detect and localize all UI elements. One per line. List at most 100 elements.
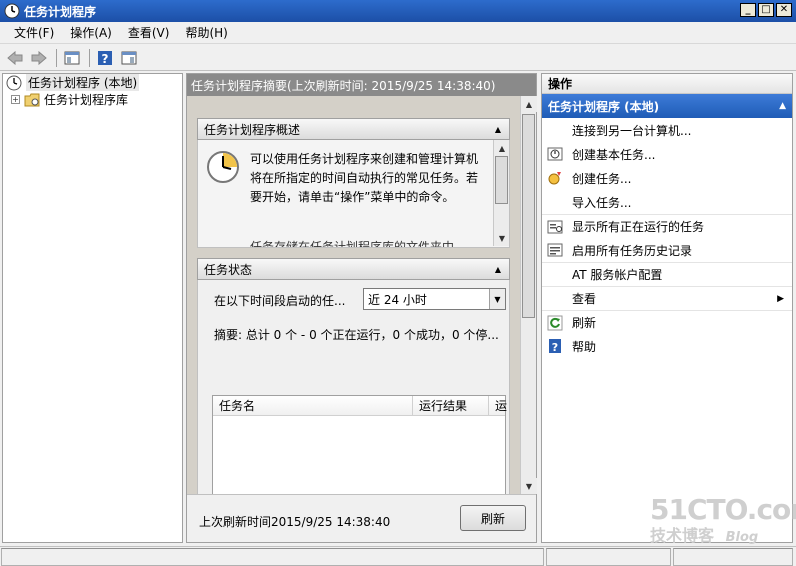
summary-pane: 任务计划程序摘要(上次刷新时间: 2015/9/25 14:38:40) 任务计… <box>186 73 537 543</box>
console-tree: 任务计划程序 (本地) + 任务计划程序库 <box>2 73 183 543</box>
summary-footer: 上次刷新时间2015/9/25 14:38:40 刷新 <box>187 494 536 542</box>
watermark-subtitle-text: 技术博客 <box>650 526 715 545</box>
status-cell-main <box>1 548 544 566</box>
overview-section: 任务计划程序概述 ▲ 可以使用任务计划程序来创建和管理计算机将在所指定的时间自动… <box>197 118 510 248</box>
pane-button[interactable] <box>118 48 140 68</box>
action-import-task[interactable]: 导入任务... <box>542 190 792 214</box>
action-at-service-config[interactable]: AT 服务帐户配置 <box>542 262 792 286</box>
overview-text-more: 任务存储在任务计划程序库的文件夹中。 <box>250 240 467 248</box>
blank-icon <box>546 267 564 283</box>
close-button[interactable]: ✕ <box>776 3 792 17</box>
actions-group-header[interactable]: 任务计划程序 (本地) ▲ <box>542 94 792 118</box>
status-bar <box>0 546 796 566</box>
overview-body: 可以使用任务计划程序来创建和管理计算机将在所指定的时间自动执行的常见任务。若要开… <box>197 140 510 248</box>
actions-group-label: 任务计划程序 (本地) <box>548 99 660 114</box>
action-label: 查看 <box>572 292 597 306</box>
action-enable-history[interactable]: 启用所有任务历史记录 <box>542 238 792 262</box>
chevron-down-icon[interactable]: ▼ <box>489 289 505 309</box>
menu-file[interactable]: 文件(F) <box>6 24 62 41</box>
menu-help[interactable]: 帮助(H) <box>177 24 235 41</box>
action-refresh[interactable]: 刷新 <box>542 310 792 334</box>
clock-icon <box>4 3 20 19</box>
overview-header[interactable]: 任务计划程序概述 ▲ <box>197 118 510 140</box>
refresh-button[interactable]: 刷新 <box>460 505 526 531</box>
action-connect[interactable]: 连接到另一台计算机... <box>542 118 792 142</box>
collapse-icon[interactable]: ▲ <box>779 101 786 111</box>
action-label: 刷新 <box>572 316 597 330</box>
minimize-button[interactable]: _ <box>740 3 756 17</box>
blank-icon <box>546 194 564 210</box>
scroll-thumb[interactable] <box>522 114 535 318</box>
forward-icon <box>31 50 47 65</box>
collapse-icon[interactable]: ▲ <box>495 125 501 134</box>
tree-item-library[interactable]: + 任务计划程序库 <box>3 91 182 108</box>
folder-icon <box>24 93 40 106</box>
column-run-result[interactable]: 运行结果 <box>413 396 489 415</box>
tree-child-label: 任务计划程序库 <box>44 93 129 107</box>
status-title: 任务状态 <box>204 262 253 277</box>
toolbar: ? <box>0 45 796 71</box>
svg-text:?: ? <box>552 341 558 354</box>
scroll-thumb[interactable] <box>495 156 508 204</box>
help-icon: ? <box>546 338 564 354</box>
status-section: 任务状态 ▲ 在以下时间段启动的任... 近 24 小时 ▼ 摘要: 总计 0 … <box>197 258 510 515</box>
clock-icon <box>207 151 239 183</box>
title-bar: 任务计划程序 _ □ ✕ <box>0 0 796 22</box>
pane-header: 任务计划程序摘要(上次刷新时间: 2015/9/25 14:38:40) <box>187 74 536 96</box>
overview-scrollbar[interactable]: ▲ ▼ <box>493 140 509 246</box>
watermark-blog: Blog <box>725 530 759 545</box>
menu-action[interactable]: 操作(A) <box>62 24 120 41</box>
status-header[interactable]: 任务状态 ▲ <box>197 258 510 280</box>
expand-icon[interactable]: + <box>11 95 20 104</box>
overview-title: 任务计划程序概述 <box>204 122 301 137</box>
action-label: 创建基本任务... <box>572 147 656 162</box>
history-icon <box>546 242 564 258</box>
svg-text:?: ? <box>102 52 109 66</box>
help-icon: ? <box>98 50 112 66</box>
scroll-down-icon[interactable]: ▼ <box>494 230 509 246</box>
action-label: 帮助 <box>572 339 597 354</box>
summary-scroll-area: 任务计划程序概述 ▲ 可以使用任务计划程序来创建和管理计算机将在所指定的时间自动… <box>187 108 520 515</box>
blank-icon <box>546 291 564 307</box>
action-show-running[interactable]: 显示所有正在运行的任务 <box>542 214 792 238</box>
scroll-up-icon[interactable]: ▲ <box>521 96 537 112</box>
action-create-task[interactable]: 创建任务... <box>542 166 792 190</box>
pane-icon <box>121 51 137 64</box>
blank-icon <box>546 122 564 138</box>
action-view[interactable]: 查看 ▶ <box>542 286 792 310</box>
action-label: 连接到另一台计算机... <box>572 123 692 138</box>
back-button[interactable] <box>4 48 26 68</box>
status-summary: 摘要: 总计 0 个 - 0 个正在运行，0 个成功，0 个停... <box>214 328 499 342</box>
action-create-basic-task[interactable]: 创建基本任务... <box>542 142 792 166</box>
menu-bar: 文件(F) 操作(A) 查看(V) 帮助(H) <box>0 22 796 44</box>
scroll-down-icon[interactable]: ▼ <box>521 478 537 494</box>
status-body: 在以下时间段启动的任... 近 24 小时 ▼ 摘要: 总计 0 个 - 0 个… <box>197 280 510 515</box>
console-tree-icon <box>64 51 80 64</box>
action-label: 显示所有正在运行的任务 <box>572 220 705 234</box>
console-tree-button[interactable] <box>61 48 83 68</box>
forward-button[interactable] <box>28 48 50 68</box>
window-title: 任务计划程序 <box>24 4 97 19</box>
actions-title: 操作 <box>542 74 792 94</box>
menu-view[interactable]: 查看(V) <box>120 24 178 41</box>
maximize-button[interactable]: □ <box>758 3 774 17</box>
wizard-icon <box>546 146 564 162</box>
last-refresh-text: 上次刷新时间2015/9/25 14:38:40 <box>199 515 391 529</box>
action-label: AT 服务帐户配置 <box>572 268 663 282</box>
range-dropdown[interactable]: 近 24 小时 ▼ <box>363 288 506 310</box>
collapse-icon[interactable]: ▲ <box>495 265 501 274</box>
toolbar-separator <box>89 48 90 67</box>
tree-item-root[interactable]: 任务计划程序 (本地) <box>3 74 182 91</box>
clock-icon <box>6 75 22 90</box>
column-run[interactable]: 运 <box>489 396 507 415</box>
action-help[interactable]: ? 帮助 <box>542 334 792 358</box>
range-label: 在以下时间段启动的任... <box>214 294 346 308</box>
status-cell-2 <box>546 548 671 566</box>
status-cell-3 <box>673 548 793 566</box>
scroll-up-icon[interactable]: ▲ <box>494 140 509 156</box>
action-label: 创建任务... <box>572 171 632 186</box>
overview-text: 可以使用任务计划程序来创建和管理计算机将在所指定的时间自动执行的常见任务。若要开… <box>250 152 479 204</box>
help-button[interactable]: ? <box>94 48 116 68</box>
summary-scrollbar[interactable]: ▲ ▼ <box>520 96 537 494</box>
column-task-name[interactable]: 任务名 <box>213 396 413 415</box>
